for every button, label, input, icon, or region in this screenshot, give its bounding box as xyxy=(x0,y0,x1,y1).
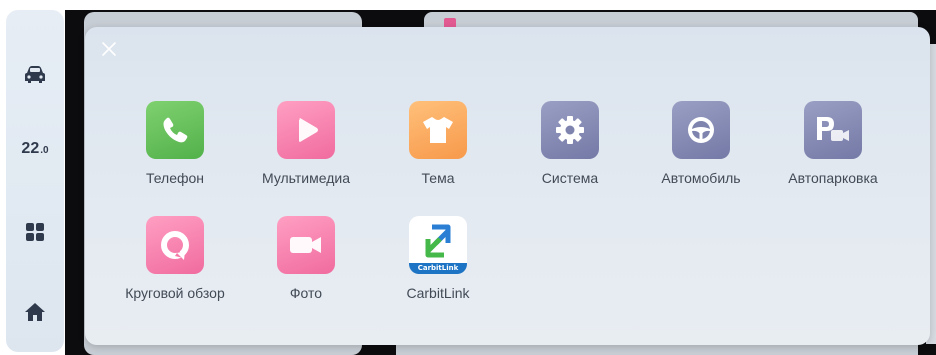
app-label: Телефон xyxy=(145,170,205,186)
screen: 22 .0 Телефон Мультимедиа Тема Система А… xyxy=(0,0,936,355)
app-icon-tile xyxy=(146,101,204,159)
app-icon-tile xyxy=(541,101,599,159)
carbitlink-icon xyxy=(425,224,451,257)
carbitlink-badge: CarbitLink xyxy=(409,263,467,274)
close-icon xyxy=(102,42,116,56)
app-label: Автопарковка xyxy=(788,170,878,186)
app-label: Мультимедиа xyxy=(262,170,350,186)
steering-wheel-icon xyxy=(688,117,714,143)
temperature-display[interactable]: 22 .0 xyxy=(6,140,64,170)
tshirt-icon xyxy=(423,117,453,143)
dock-apps-button[interactable] xyxy=(6,212,64,252)
car-icon xyxy=(25,66,45,83)
app-icon-tile: CarbitLink xyxy=(409,216,467,274)
phone-icon xyxy=(163,117,188,143)
left-dock: 22 .0 xyxy=(6,10,64,352)
play-icon xyxy=(299,118,318,142)
app-drawer: Телефон Мультимедиа Тема Система Автомоб… xyxy=(85,27,930,345)
video-camera-icon xyxy=(290,237,321,253)
app-label: CarbitLink xyxy=(406,285,470,301)
app-label: Круговой обзор xyxy=(125,285,225,301)
app-icon-tile xyxy=(409,101,467,159)
apps-grid-icon xyxy=(26,223,44,241)
app-parking[interactable]: Автопарковка xyxy=(773,101,893,201)
app-phone[interactable]: Телефон xyxy=(115,101,235,201)
gear-icon xyxy=(556,116,584,144)
app-label: Автомобиль xyxy=(661,170,741,186)
app-icon-tile xyxy=(672,101,730,159)
app-photo[interactable]: Фото xyxy=(246,216,366,316)
home-icon xyxy=(25,303,45,321)
app-surround-view[interactable]: Круговой обзор xyxy=(115,216,235,316)
app-multimedia[interactable]: Мультимедиа xyxy=(246,101,366,201)
temperature-decimal: .0 xyxy=(40,145,49,156)
app-label: Фото xyxy=(289,285,323,301)
app-icon-tile xyxy=(804,101,862,159)
app-theme[interactable]: Тема xyxy=(378,101,498,201)
app-icon-tile xyxy=(277,101,335,159)
parking-camera-icon xyxy=(817,117,849,141)
app-label: Система xyxy=(541,170,599,186)
dock-home-button[interactable] xyxy=(6,292,64,332)
app-icon-tile xyxy=(277,216,335,274)
dock-car-button[interactable] xyxy=(6,55,64,95)
app-label: Тема xyxy=(421,170,455,186)
app-icon-tile xyxy=(146,216,204,274)
app-carbitlink[interactable]: CarbitLink CarbitLink xyxy=(378,216,498,316)
app-system[interactable]: Система xyxy=(510,101,630,201)
app-vehicle[interactable]: Автомобиль xyxy=(641,101,761,201)
close-button[interactable] xyxy=(99,39,119,59)
surround-view-icon xyxy=(161,231,189,260)
temperature-integer: 22 xyxy=(21,140,40,157)
